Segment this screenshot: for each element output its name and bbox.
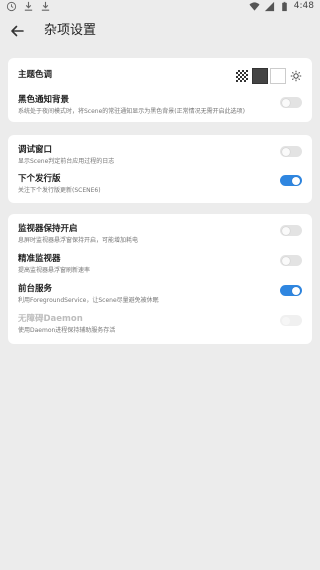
toggle-knob xyxy=(282,256,290,265)
toggle-knob xyxy=(282,226,290,235)
next-release-toggle[interactable] xyxy=(280,175,302,186)
page-title: 杂项设置 xyxy=(44,23,97,38)
barrier-free-daemon-row: 无障碍Daemon 使用Daemon进程保持辅助服务存活 xyxy=(18,314,302,335)
monitor-keep-row[interactable]: 监视器保持开启 息屏时监视器悬浮窗保持开启，可能增加耗电 xyxy=(18,224,302,245)
theme-row: 主题色调 xyxy=(18,68,302,84)
appearance-card: 主题色调 黑色通知背景 系统处于夜间模式时，将Scene的常驻通知显示为黑色背景… xyxy=(8,58,312,122)
theme-swatches xyxy=(236,68,302,84)
clock-icon xyxy=(6,1,17,12)
monitor-card: 监视器保持开启 息屏时监视器悬浮窗保持开启，可能增加耗电 精准监视器 提高监视器… xyxy=(8,214,312,344)
next-release-title: 下个发行版 xyxy=(18,174,61,184)
barrier-free-daemon-toggle xyxy=(280,315,302,326)
status-bar-left xyxy=(6,1,51,12)
toggle-knob xyxy=(282,98,290,107)
signal-icon xyxy=(264,1,274,12)
toggle-knob xyxy=(292,286,300,295)
battery-icon xyxy=(281,1,287,12)
monitor-keep-title: 监视器保持开启 xyxy=(18,224,78,234)
download-icon xyxy=(24,1,33,11)
foreground-service-toggle[interactable] xyxy=(280,285,302,296)
wifi-icon xyxy=(249,2,260,11)
debug-window-row[interactable]: 调试窗口 显示Scene判定前台应用过程的日志 xyxy=(18,145,302,166)
app-bar: 杂项设置 xyxy=(0,14,320,48)
theme-transparent-swatch[interactable] xyxy=(236,70,248,82)
barrier-free-daemon-title: 无障碍Daemon xyxy=(18,314,83,324)
arrow-back-icon[interactable] xyxy=(8,22,26,40)
black-notify-subtitle: 系统处于夜间模式时，将Scene的常驻通知显示为黑色背景(正常情况无需开启此选项… xyxy=(18,108,245,115)
black-notify-title: 黑色通知背景 xyxy=(18,95,70,105)
debug-window-title: 调试窗口 xyxy=(18,145,53,155)
foreground-service-row[interactable]: 前台服务 利用ForegroundService，让Scene尽量避免被休眠 xyxy=(18,284,302,305)
toggle-knob xyxy=(292,176,300,185)
download-icon xyxy=(41,1,50,11)
foreground-service-title: 前台服务 xyxy=(18,284,53,294)
precise-monitor-row[interactable]: 精准监视器 提高监视器悬浮窗刷新速率 xyxy=(18,254,302,275)
debug-card: 调试窗口 显示Scene判定前台应用过程的日志 下个发行版 关注下个发行版更新(… xyxy=(8,135,312,203)
monitor-keep-subtitle: 息屏时监视器悬浮窗保持开启，可能增加耗电 xyxy=(18,237,139,244)
toggle-knob xyxy=(282,147,290,156)
sun-icon[interactable] xyxy=(290,70,302,82)
precise-monitor-title: 精准监视器 xyxy=(18,254,61,264)
debug-window-toggle[interactable] xyxy=(280,146,302,157)
toggle-knob xyxy=(282,316,290,325)
precise-monitor-subtitle: 提高监视器悬浮窗刷新速率 xyxy=(18,267,91,274)
precise-monitor-toggle[interactable] xyxy=(280,255,302,266)
next-release-subtitle: 关注下个发行版更新(SCENE6) xyxy=(18,187,101,194)
black-notify-toggle[interactable] xyxy=(280,97,302,108)
monitor-keep-toggle[interactable] xyxy=(280,225,302,236)
debug-window-subtitle: 显示Scene判定前台应用过程的日志 xyxy=(18,158,115,165)
barrier-free-daemon-subtitle: 使用Daemon进程保持辅助服务存活 xyxy=(18,327,116,334)
next-release-row[interactable]: 下个发行版 关注下个发行版更新(SCENE6) xyxy=(18,174,302,195)
theme-dark-swatch[interactable] xyxy=(252,68,268,84)
black-notify-row[interactable]: 黑色通知背景 系统处于夜间模式时，将Scene的常驻通知显示为黑色背景(正常情况… xyxy=(18,95,302,116)
foreground-service-subtitle: 利用ForegroundService，让Scene尽量避免被休眠 xyxy=(18,297,159,304)
status-bar-right: 4:48 xyxy=(249,1,314,12)
status-bar: 4:48 xyxy=(0,0,320,14)
clock-time: 4:48 xyxy=(293,1,314,11)
theme-light-swatch[interactable] xyxy=(270,68,286,84)
